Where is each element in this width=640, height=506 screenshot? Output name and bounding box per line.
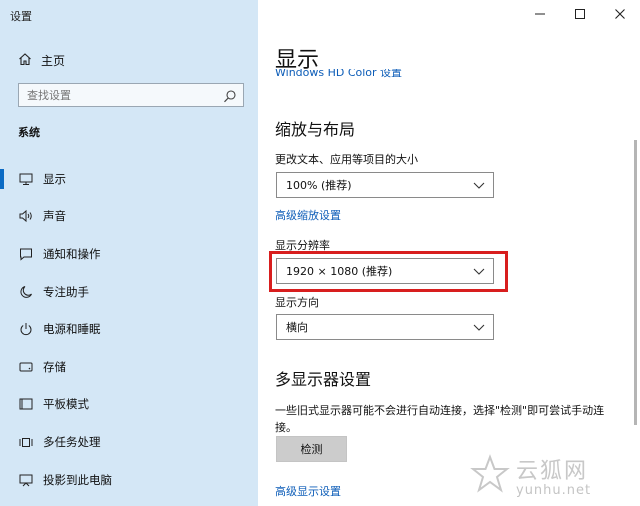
sidebar-item-label: 声音 — [43, 209, 66, 224]
sidebar-item-multitasking[interactable]: 多任务处理 — [0, 423, 258, 461]
moon-icon — [18, 284, 34, 300]
main-content: 显示 Windows HD Color 设置 缩放与布局 更改文本、应用等项目的… — [258, 0, 640, 506]
sidebar-item-label: 通知和操作 — [43, 246, 101, 261]
scrollbar[interactable] — [634, 140, 637, 425]
orientation-value: 横向 — [286, 321, 308, 334]
project-icon — [18, 472, 34, 488]
text-size-value: 100% (推荐) — [286, 179, 352, 192]
sidebar-item-sound[interactable]: 声音 — [0, 198, 258, 236]
watermark-cn: 云狐网 — [516, 459, 589, 484]
power-icon — [18, 321, 34, 337]
highlight-box — [269, 251, 508, 292]
sidebar-nav: 显示 声音 通知和操作 专注助手 电源和睡眠 存储 平板模式 多任务处理 投影到… — [0, 160, 258, 498]
section-label: 系统 — [18, 126, 40, 139]
orientation-label: 显示方向 — [275, 296, 319, 309]
maximize-icon — [575, 9, 585, 19]
sidebar-item-focus-assist[interactable]: 专注助手 — [0, 273, 258, 311]
orientation-dropdown[interactable]: 横向 — [276, 314, 494, 340]
speaker-icon — [18, 208, 34, 224]
minimize-button[interactable] — [520, 0, 560, 28]
advanced-scaling-link[interactable]: 高级缩放设置 — [275, 207, 341, 223]
sidebar-item-project[interactable]: 投影到此电脑 — [0, 461, 258, 499]
multitask-icon — [18, 434, 34, 450]
chevron-down-icon — [473, 180, 485, 193]
home-icon — [18, 51, 32, 70]
close-icon — [615, 9, 625, 19]
home-label: 主页 — [41, 53, 66, 68]
sidebar-item-power-sleep[interactable]: 电源和睡眠 — [0, 310, 258, 348]
home-nav-item[interactable]: 主页 — [18, 50, 248, 70]
hd-color-link[interactable]: Windows HD Color 设置 — [275, 69, 402, 78]
storage-icon — [18, 359, 34, 375]
sidebar-item-label: 专注助手 — [43, 284, 89, 299]
watermark-en: yunhu.net — [516, 483, 592, 498]
detect-button[interactable]: 检测 — [276, 436, 347, 462]
sidebar-item-notifications[interactable]: 通知和操作 — [0, 235, 258, 273]
close-button[interactable] — [600, 0, 640, 28]
notification-icon — [18, 246, 34, 262]
hd-color-link-text: Windows HD Color 设置 — [275, 69, 403, 78]
chevron-down-icon — [473, 322, 485, 335]
sidebar-item-label: 存储 — [43, 359, 66, 374]
watermark: 云狐网 yunhu.net — [470, 445, 640, 506]
search-icon[interactable] — [223, 88, 237, 107]
scale-layout-heading: 缩放与布局 — [275, 120, 356, 139]
window-controls — [520, 0, 640, 28]
monitor-icon — [18, 171, 34, 187]
text-size-label: 更改文本、应用等项目的大小 — [275, 153, 418, 166]
sidebar-item-display[interactable]: 显示 — [0, 160, 258, 198]
maximize-button[interactable] — [560, 0, 600, 28]
tablet-icon — [18, 396, 34, 412]
sidebar-item-tablet-mode[interactable]: 平板模式 — [0, 386, 258, 424]
minimize-icon — [535, 13, 545, 15]
app-title: 设置 — [10, 10, 32, 23]
search-box[interactable] — [18, 83, 244, 107]
sidebar: 设置 主页 系统 显示 声音 通知和操作 — [0, 0, 258, 506]
sidebar-item-label: 平板模式 — [43, 397, 89, 412]
text-size-dropdown[interactable]: 100% (推荐) — [276, 172, 494, 198]
sidebar-item-label: 电源和睡眠 — [43, 322, 101, 337]
search-input[interactable] — [27, 88, 217, 102]
multi-display-heading: 多显示器设置 — [275, 370, 372, 389]
sidebar-item-storage[interactable]: 存储 — [0, 348, 258, 386]
advanced-display-link[interactable]: 高级显示设置 — [275, 483, 341, 499]
sidebar-item-label: 多任务处理 — [43, 434, 101, 449]
multi-display-description: 一些旧式显示器可能不会进行自动连接，选择"检测"即可尝试手动连接。 — [275, 404, 605, 434]
star-logo-icon — [470, 453, 510, 498]
sidebar-item-label: 投影到此电脑 — [43, 472, 112, 487]
sidebar-item-label: 显示 — [43, 171, 66, 186]
